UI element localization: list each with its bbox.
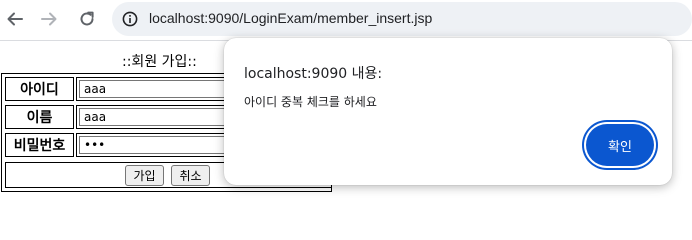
cancel-button[interactable]: 취소 bbox=[171, 165, 210, 186]
id-label: 아이디 bbox=[5, 77, 74, 101]
page-title: ::회원 가입:: bbox=[122, 54, 197, 70]
back-button[interactable] bbox=[4, 8, 26, 30]
submit-button[interactable]: 가입 bbox=[125, 165, 164, 186]
back-arrow-icon bbox=[7, 12, 23, 26]
reload-button[interactable] bbox=[76, 8, 98, 30]
browser-toolbar: localhost:9090/LoginExam/member_insert.j… bbox=[0, 0, 692, 38]
ok-button[interactable]: 확인 bbox=[586, 124, 654, 166]
forward-button[interactable] bbox=[38, 8, 60, 30]
dialog-title: localhost:9090 내용: bbox=[244, 66, 383, 82]
forward-arrow-icon bbox=[41, 12, 57, 26]
name-label: 이름 bbox=[5, 105, 74, 129]
password-label: 비밀번호 bbox=[5, 133, 74, 157]
alert-dialog: localhost:9090 내용: 아이디 중복 체크를 하세요 확인 bbox=[224, 38, 672, 185]
url-text[interactable]: localhost:9090/LoginExam/member_insert.j… bbox=[149, 10, 432, 26]
dialog-message: 아이디 중복 체크를 하세요 bbox=[244, 95, 377, 109]
address-bar[interactable]: localhost:9090/LoginExam/member_insert.j… bbox=[112, 2, 692, 36]
reload-icon bbox=[80, 11, 94, 26]
site-info-icon[interactable] bbox=[122, 11, 138, 27]
